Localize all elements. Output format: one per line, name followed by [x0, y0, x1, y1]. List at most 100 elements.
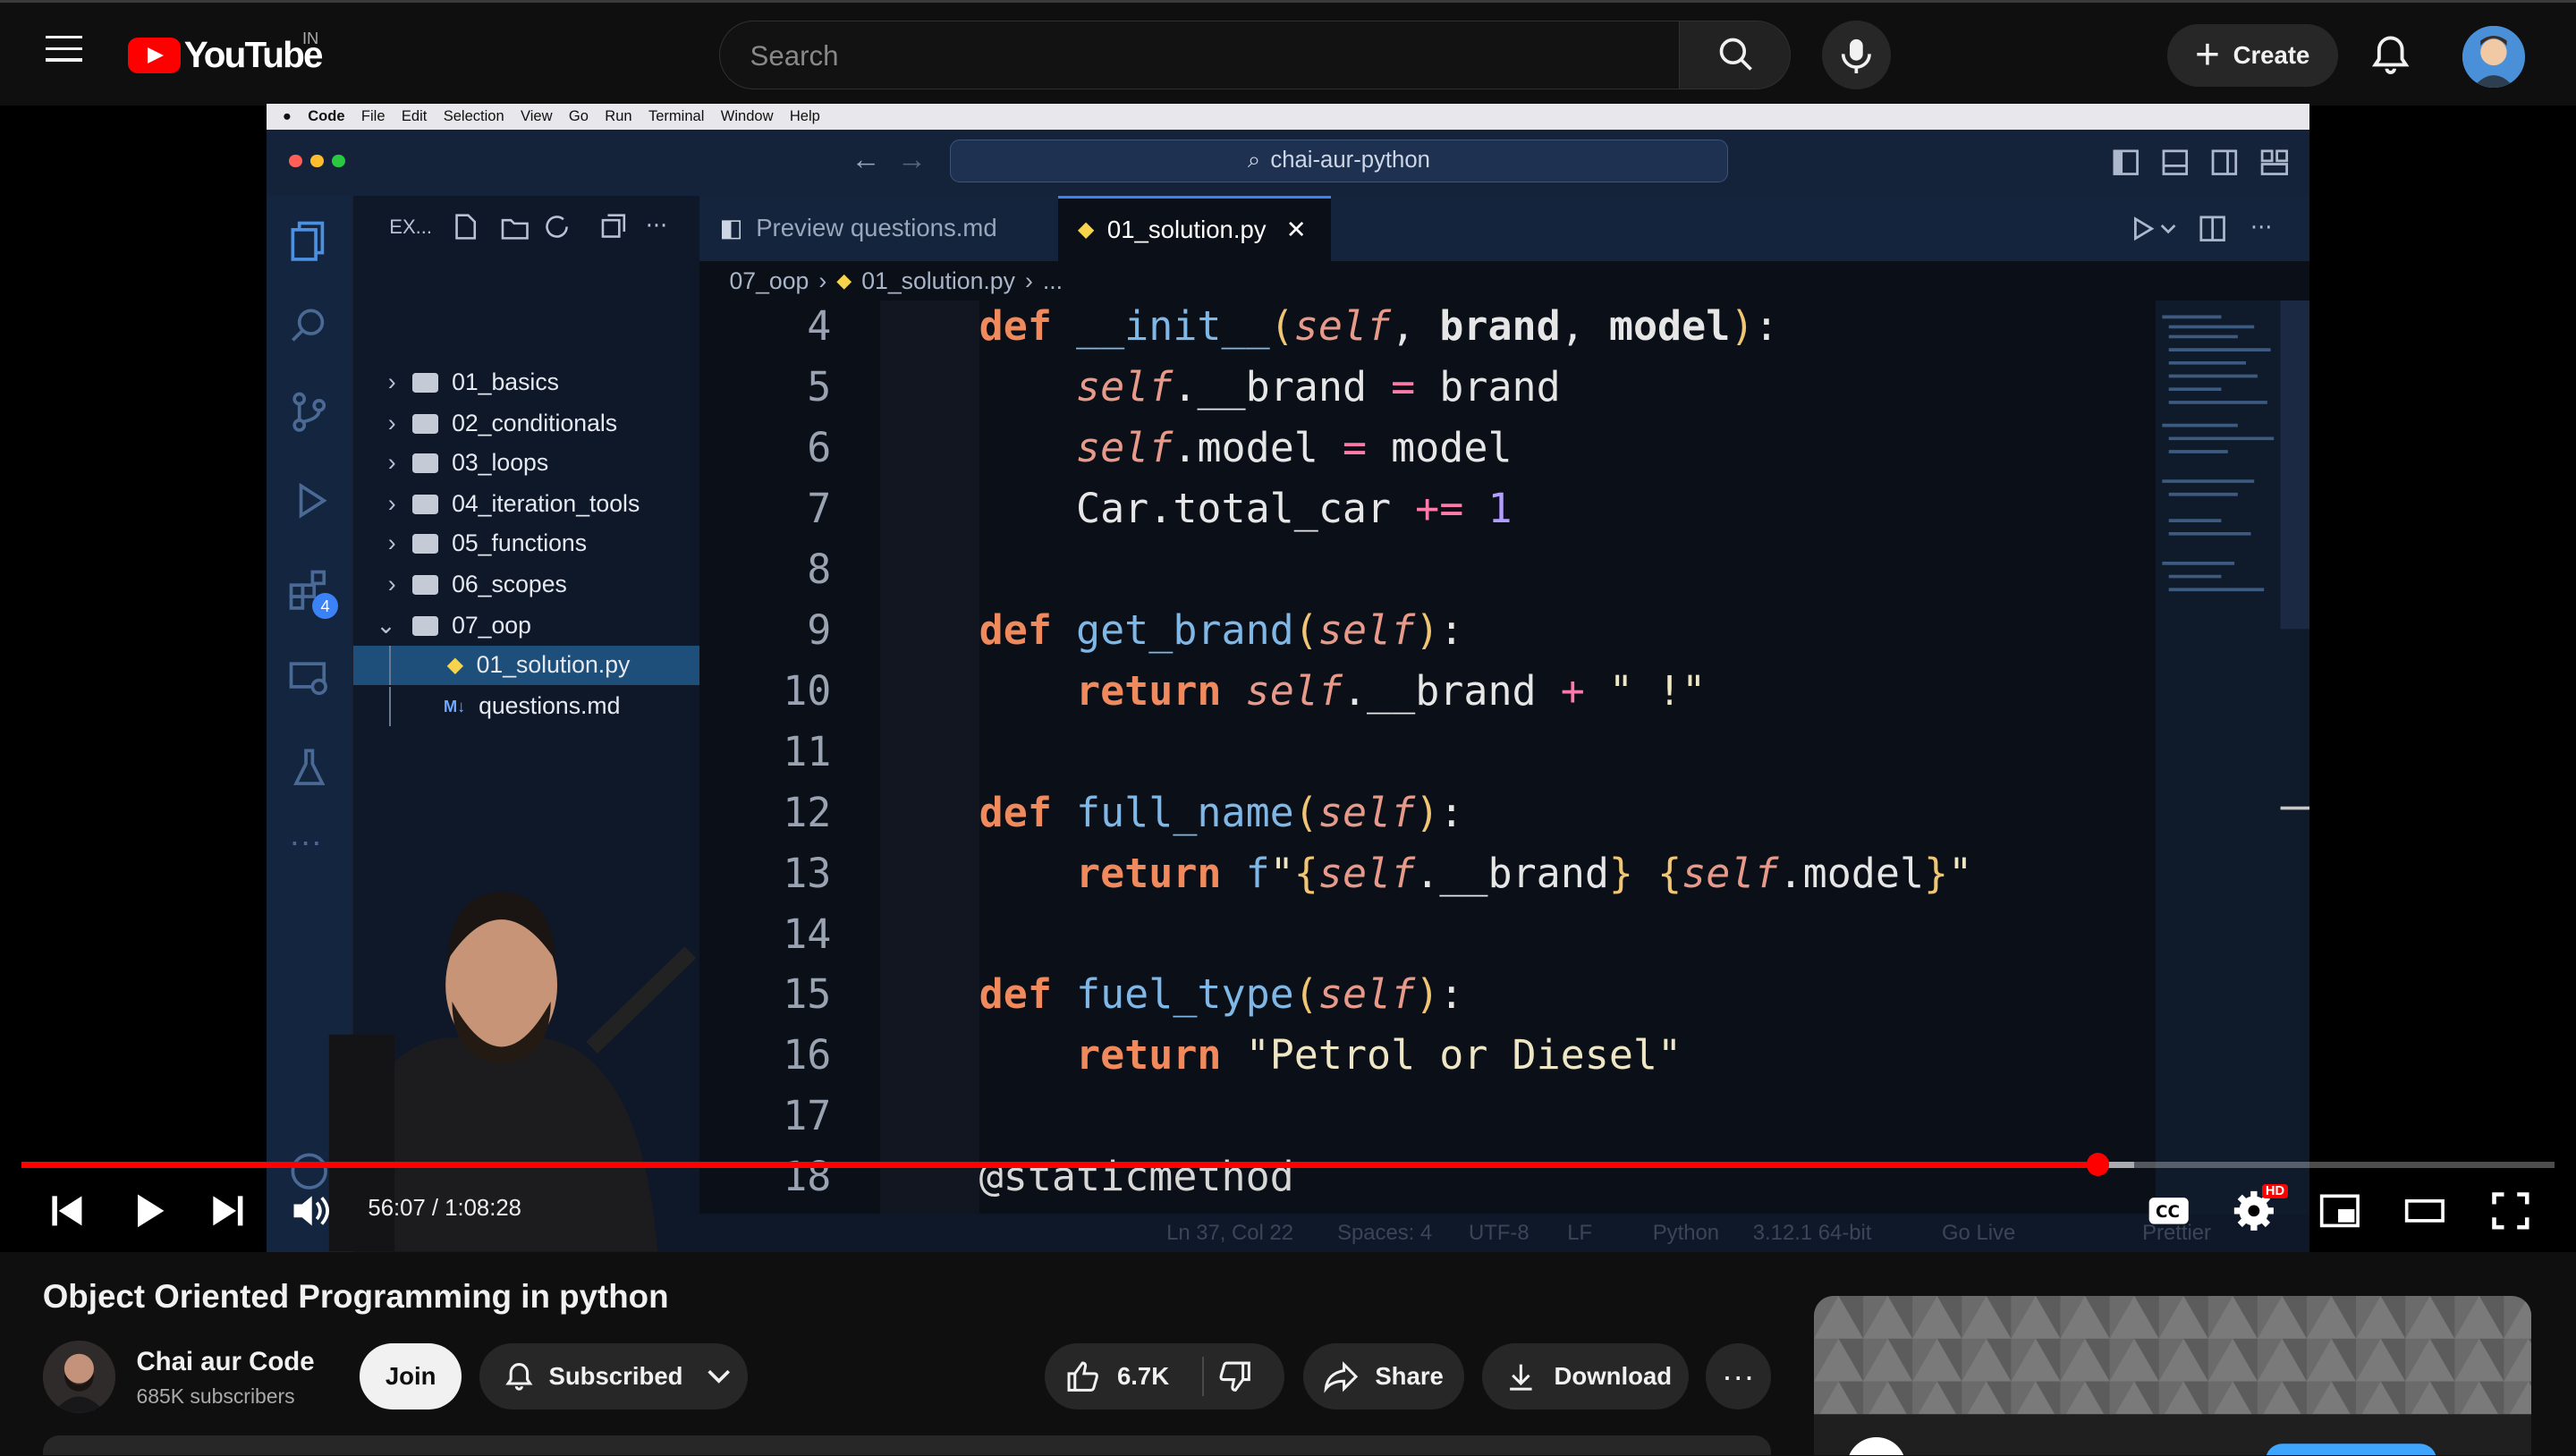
markdown-file-icon: M↓ [443, 696, 466, 715]
line-number: 14 [783, 910, 832, 958]
tree-folder-06-scopes[interactable]: › 06_scopes [353, 565, 700, 605]
youtube-logo[interactable]: YouTube [128, 34, 324, 76]
youtube-logo-text: YouTube [183, 34, 324, 76]
menu-code: Code [308, 107, 345, 125]
video-title: Object Oriented Programming in python [42, 1277, 669, 1315]
menu-go: Go [568, 107, 589, 125]
breadcrumb-rest[interactable]: ... [1043, 267, 1063, 295]
svg-text:···: ··· [2250, 216, 2273, 241]
svg-text:···: ··· [646, 213, 668, 240]
line-number: 17 [783, 1092, 832, 1140]
subscriber-count: 685K subscribers [136, 1384, 295, 1409]
tree-folder-05-functions[interactable]: › 05_functions [353, 524, 700, 563]
play-icon[interactable] [128, 1189, 171, 1232]
testing-flask-icon [292, 749, 325, 785]
tree-item-label: 02_conditionals [452, 410, 618, 437]
tree-folder-07-oop[interactable]: ⌄ 07_oop [353, 606, 700, 646]
region-code: IN [301, 29, 319, 48]
bell-icon [505, 1362, 533, 1391]
remote-explorer-icon [289, 662, 327, 695]
search-box [719, 21, 1680, 91]
fullscreen-icon[interactable] [2489, 1189, 2532, 1232]
youtube-play-icon [128, 37, 182, 73]
miniplayer-icon[interactable] [2318, 1189, 2361, 1232]
dislike-button[interactable] [1204, 1343, 1284, 1409]
line-number: 16 [783, 1031, 832, 1079]
more-actions-button[interactable]: ··· [1705, 1343, 1771, 1409]
tree-file-01-solution-py[interactable]: ◆ 01_solution.py [352, 645, 700, 685]
tree-folder-04-iteration-tools[interactable]: › 04_iteration_tools [353, 485, 700, 524]
create-button[interactable]: + Create [2166, 23, 2338, 87]
status-language: Python [1652, 1220, 1720, 1245]
editor-group: ◧ Preview questions.md ◆ 01_solution.py … [699, 195, 2310, 1252]
previous-icon[interactable] [46, 1189, 89, 1232]
code-line: 8 [699, 546, 2155, 606]
code-line: 15 def fuel_type(self): [699, 970, 2155, 1031]
download-button[interactable]: Download [1481, 1343, 1690, 1409]
code-line: 6 self.model = model [699, 424, 2155, 485]
tab-label: 01_solution.py [1106, 215, 1267, 243]
svg-text:CC: CC [2156, 1203, 2180, 1222]
like-dislike-group: 6.7K [1045, 1343, 1285, 1409]
subscribed-button[interactable]: Subscribed [479, 1343, 748, 1409]
status-indentation: Spaces: 4 [1337, 1220, 1433, 1245]
join-button[interactable]: Join [360, 1343, 462, 1409]
tree-item-label: 01_solution.py [476, 651, 631, 679]
tree-folder-02-conditionals[interactable]: › 02_conditionals [353, 404, 700, 444]
more-views-icon: ··· [289, 823, 322, 860]
folder-icon [412, 453, 439, 473]
chevron-right-icon: › [387, 368, 396, 396]
channel-avatar[interactable] [42, 1340, 115, 1413]
minimize-window-dot [310, 154, 324, 168]
tree-file-questions-md[interactable]: M↓ questions.md [353, 686, 700, 726]
youtube-header: YouTube IN + Create [0, 0, 2576, 106]
search-button[interactable] [1679, 21, 1792, 90]
sidebar-ad-card[interactable] [1813, 1296, 2532, 1456]
breadcrumb-folder[interactable]: 07_oop [729, 267, 809, 295]
open-folder-icon [412, 615, 439, 636]
breadcrumb-file[interactable]: 01_solution.py [861, 267, 1015, 295]
forward-arrow-icon: → [896, 142, 927, 176]
chevron-right-icon: › [387, 410, 396, 437]
chevron-right-icon: › [387, 490, 396, 518]
chevron-down-icon: ⌄ [376, 612, 396, 639]
command-center: ⌕ chai-aur-python [949, 140, 1729, 182]
channel-name[interactable]: Chai aur Code [136, 1347, 314, 1377]
theater-mode-icon[interactable] [2403, 1189, 2446, 1232]
notifications-button[interactable] [2368, 32, 2413, 78]
folder-icon [412, 574, 439, 595]
tree-indent-guide [389, 686, 392, 726]
menu-terminal: Terminal [648, 107, 705, 125]
captions-icon[interactable]: CC [2146, 1189, 2191, 1232]
folder-icon [412, 533, 439, 554]
voice-search-button[interactable] [1821, 21, 1892, 90]
line-number: 6 [807, 423, 832, 471]
chevron-right-icon: › [387, 571, 396, 598]
search-input[interactable] [720, 21, 1641, 91]
line-number: 4 [807, 301, 832, 350]
tab-01-solution-py[interactable]: ◆ 01_solution.py ✕ [1057, 195, 1331, 262]
next-icon[interactable] [207, 1189, 250, 1232]
like-button[interactable]: 6.7K [1045, 1343, 1202, 1409]
vscode-title-bar: ← → ⌕ chai-aur-python [266, 130, 2310, 196]
description-box[interactable] [42, 1435, 1771, 1456]
tab-preview-questions-md[interactable]: ◧ Preview questions.md [699, 196, 1053, 261]
tree-folder-03-loops[interactable]: › 03_loops [353, 444, 700, 483]
line-number: 9 [807, 605, 832, 654]
volume-icon[interactable] [289, 1189, 332, 1232]
close-tab-icon[interactable]: ✕ [1286, 216, 1307, 244]
apple-icon: ● [282, 107, 292, 125]
search-icon [291, 309, 324, 342]
code-line: 10 return self.__brand + " !" [699, 667, 2155, 728]
account-avatar[interactable] [2462, 25, 2526, 89]
code-editor[interactable]: 4 def __init__(self, brand, model): 5 sel… [699, 301, 2156, 1252]
preview-icon: ◧ [719, 214, 743, 242]
menu-icon[interactable] [46, 35, 82, 65]
menu-help: Help [789, 107, 820, 125]
code-line: 9 def get_brand(self): [699, 606, 2155, 667]
tree-folder-01-basics[interactable]: › 01_basics [353, 363, 700, 402]
thumbs-down-icon [1219, 1361, 1250, 1392]
minimap[interactable] [2155, 301, 2310, 1252]
menu-edit: Edit [401, 107, 428, 125]
share-button[interactable]: Share [1302, 1343, 1464, 1409]
